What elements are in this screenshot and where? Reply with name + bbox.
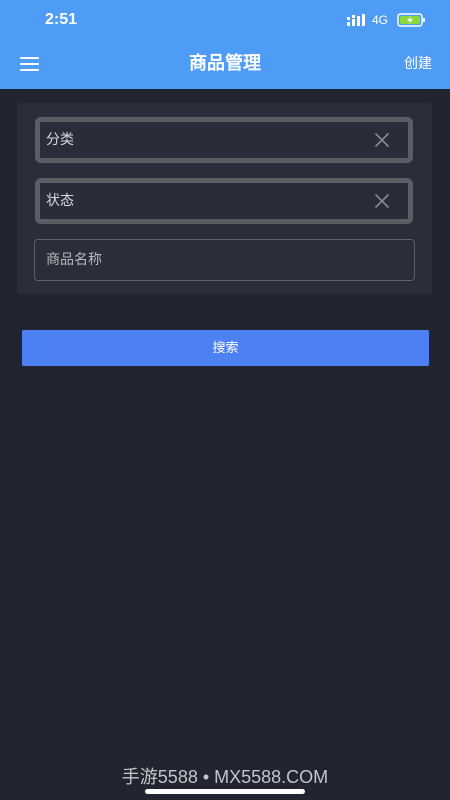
signal-icon bbox=[347, 14, 365, 26]
app-header: 商品管理 创建 bbox=[0, 40, 450, 89]
page-title: 商品管理 bbox=[189, 53, 261, 74]
hamburger-menu-icon[interactable] bbox=[18, 53, 42, 75]
status-time: 2:51 bbox=[45, 11, 78, 28]
battery-charging-icon bbox=[397, 13, 425, 27]
close-icon[interactable] bbox=[374, 193, 390, 209]
top-bar: 2:51 4G 商品管理 创建 bbox=[0, 0, 450, 89]
search-button[interactable]: 搜索 bbox=[22, 330, 429, 366]
category-select-label: 分类 bbox=[46, 132, 74, 148]
status-select-label: 状态 bbox=[46, 193, 74, 209]
watermark: 手游5588 • MX5588.COM bbox=[121, 767, 329, 787]
create-button[interactable]: 创建 bbox=[404, 53, 432, 75]
status-bar: 2:51 4G bbox=[0, 0, 450, 40]
home-indicator bbox=[145, 789, 305, 794]
category-select[interactable]: 分类 bbox=[35, 117, 413, 163]
close-icon[interactable] bbox=[374, 132, 390, 148]
product-name-input[interactable] bbox=[34, 239, 415, 281]
status-select[interactable]: 状态 bbox=[35, 178, 413, 224]
network-type: 4G bbox=[372, 13, 389, 27]
filter-panel: 分类 状态 bbox=[17, 103, 432, 294]
